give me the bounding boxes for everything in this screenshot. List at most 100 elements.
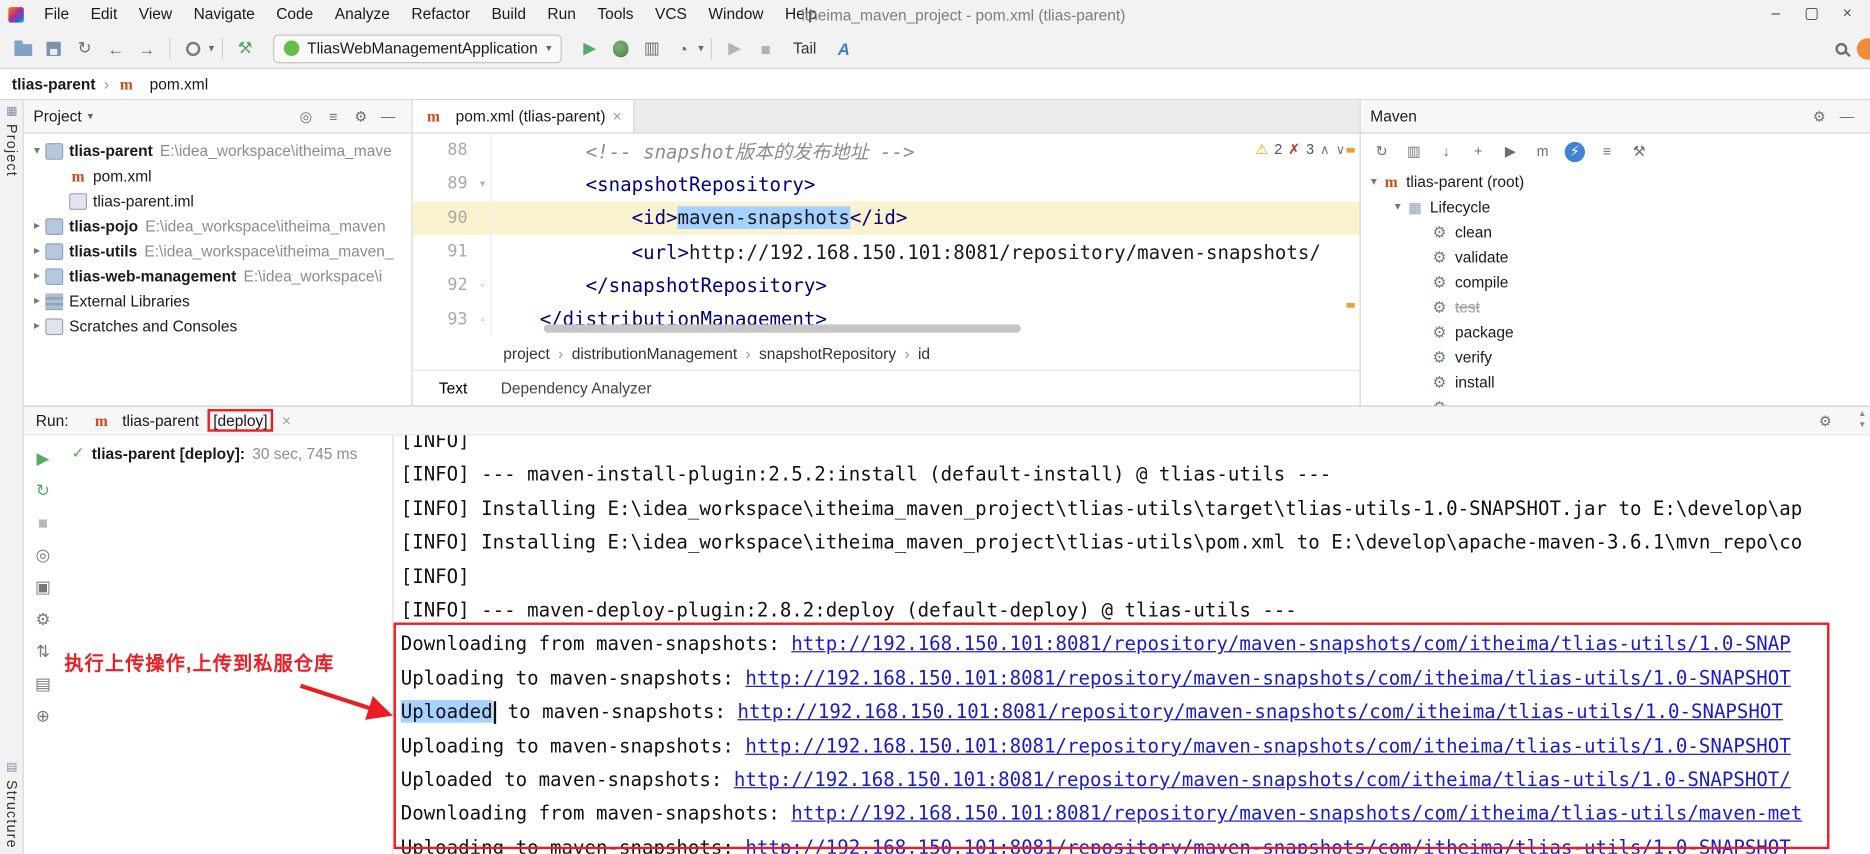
editor-code[interactable]: 88 <!-- snapshot版本的发布地址 --> 89 ▾ <snapshot… xyxy=(412,133,1360,337)
forward-icon[interactable]: → xyxy=(135,36,159,60)
menu-view[interactable]: View xyxy=(128,0,183,29)
tab-text[interactable]: Text xyxy=(439,379,467,397)
sync-icon[interactable]: ↻ xyxy=(73,36,97,60)
breadcrumb-item[interactable]: project xyxy=(503,344,550,362)
menu-run[interactable]: Run xyxy=(537,0,587,29)
breadcrumb-item[interactable]: snapshotRepository xyxy=(759,344,896,362)
save-icon[interactable] xyxy=(42,36,66,60)
maven-root-row[interactable]: ▾ m tlias-parent (root) xyxy=(1361,169,1870,194)
maven-lifecycle-row[interactable]: ▾ ▦ Lifecycle xyxy=(1361,194,1870,219)
fold-marker-icon[interactable]: ▫ xyxy=(475,302,492,337)
snapshot-icon[interactable]: ▣ xyxy=(35,578,51,595)
console-link[interactable]: http://192.168.150.101:8081/repository/m… xyxy=(745,836,1790,854)
menu-build[interactable]: Build xyxy=(481,0,537,29)
project-tree-row[interactable]: ▸ tlias-pojo E:\idea_workspace\itheima_mav… xyxy=(24,213,412,238)
add-maven-project-icon[interactable]: + xyxy=(1468,141,1488,161)
console-link[interactable]: http://192.168.150.101:8081/repository/m… xyxy=(791,802,1802,825)
scroll-down-icon[interactable]: ▼ xyxy=(1858,421,1866,429)
close-tab-icon[interactable]: × xyxy=(613,107,622,125)
maven-goal-row[interactable]: ⚙ validate xyxy=(1361,244,1870,269)
structure-tool-button[interactable]: ▤ Structure xyxy=(0,761,24,849)
tree-chevron-icon[interactable]: ▾ xyxy=(1366,175,1383,188)
maven-goal-row[interactable]: ⚙ package xyxy=(1361,320,1870,345)
settings-icon[interactable]: ⚙ xyxy=(1815,410,1835,430)
tab-dependency-analyzer[interactable]: Dependency Analyzer xyxy=(501,379,652,397)
tree-chevron-icon[interactable]: ▸ xyxy=(29,244,46,257)
skip-tests-icon[interactable]: ⚡ xyxy=(1564,141,1585,162)
tree-chevron-icon[interactable]: ▸ xyxy=(29,219,46,232)
coverage-icon[interactable]: ▥ xyxy=(640,36,664,60)
tree-chevron-icon[interactable]: ▾ xyxy=(29,144,46,157)
refresh-icon[interactable]: ↻ xyxy=(36,482,50,499)
run-tree-row[interactable]: ✓ tlias-parent [deploy]: 30 sec, 745 ms xyxy=(62,435,392,462)
user-settings-icon[interactable] xyxy=(181,36,205,60)
project-tree-row[interactable]: tlias-parent.iml xyxy=(24,188,412,213)
profiler-icon[interactable]: ◔ xyxy=(671,36,695,60)
project-tree-row[interactable]: ▸ tlias-web-management E:\idea_workspace\i xyxy=(24,264,412,289)
inspection-widget[interactable]: ⚠ 2 ✗ 3 ∧ ∨ xyxy=(1255,141,1345,158)
download-sources-icon[interactable]: ↓ xyxy=(1436,141,1456,161)
menu-vcs[interactable]: VCS xyxy=(644,0,697,29)
chevron-down-icon[interactable]: ▾ xyxy=(209,42,214,55)
run-tab[interactable]: m tlias-parent [deploy] × xyxy=(85,409,298,432)
menu-code[interactable]: Code xyxy=(266,0,325,29)
console-link[interactable]: http://192.168.150.101:8081/repository/m… xyxy=(745,666,1790,689)
tree-chevron-icon[interactable]: ▸ xyxy=(29,295,46,308)
menu-refactor[interactable]: Refactor xyxy=(401,0,481,29)
fold-marker-icon[interactable] xyxy=(475,133,492,168)
open-icon[interactable] xyxy=(11,36,35,60)
editor-line[interactable]: 91 <url>http://192.168.150.101:8081/repo… xyxy=(413,234,1360,269)
console-link[interactable]: http://192.168.150.101:8081/repository/m… xyxy=(791,632,1790,655)
console-link[interactable]: http://192.168.150.101:8081/repository/m… xyxy=(745,734,1790,757)
execute-goal-icon[interactable]: m xyxy=(1532,141,1552,161)
hide-panel-icon[interactable]: — xyxy=(378,106,398,126)
editor-line[interactable]: 92 ▫ </snapshotRepository> xyxy=(413,268,1360,303)
project-tree-row[interactable]: ▸ Scratches and Consoles xyxy=(24,314,412,339)
console-link[interactable]: http://192.168.150.101:8081/repository/m… xyxy=(734,768,1791,791)
editor-line[interactable]: 89 ▾ <snapshotRepository> xyxy=(413,167,1360,202)
fold-marker-icon[interactable] xyxy=(475,201,492,235)
tree-chevron-icon[interactable]: ▾ xyxy=(1389,200,1406,213)
back-icon[interactable]: ← xyxy=(104,36,128,60)
editor-line[interactable]: 90 <id>maven-snapshots</id> xyxy=(412,201,1360,235)
layout-icon[interactable]: ▤ xyxy=(35,675,51,692)
breadcrumb-item-parent[interactable]: tlias-parent xyxy=(12,75,96,93)
build-hammer-icon[interactable]: ⚒ xyxy=(233,36,257,60)
menu-window[interactable]: Window xyxy=(698,0,775,29)
maven-goal-row[interactable]: ⚙ compile xyxy=(1361,270,1870,295)
project-tree-row[interactable]: m pom.xml xyxy=(24,163,412,188)
prev-issue-icon[interactable]: ∧ xyxy=(1320,141,1330,157)
console-settings-icon[interactable]: ⚙ xyxy=(35,611,50,628)
translate-icon[interactable]: A xyxy=(832,36,856,60)
menu-navigate[interactable]: Navigate xyxy=(183,0,266,29)
project-tool-button[interactable]: ▦ Project xyxy=(0,105,24,177)
project-header-label[interactable]: Project xyxy=(33,107,81,125)
breadcrumb-item[interactable]: id xyxy=(918,344,930,362)
scroll-ends-icon[interactable]: ⇅ xyxy=(36,643,50,660)
rerun-icon[interactable]: ▶ xyxy=(37,450,50,467)
project-tree-row[interactable]: ▸ tlias-utils E:\idea_workspace\itheima_ma… xyxy=(24,239,412,264)
breadcrumb-item[interactable]: distributionManagement xyxy=(572,344,737,362)
editor-line[interactable]: 88 <!-- snapshot版本的发布地址 --> xyxy=(413,133,1360,168)
run-maven-icon[interactable]: ▶ xyxy=(1500,141,1520,161)
run-button[interactable]: ▶ xyxy=(578,36,602,60)
close-button[interactable]: × xyxy=(1829,0,1865,29)
project-tree-row[interactable]: ▾ tlias-parent E:\idea_workspace\itheima_m… xyxy=(24,138,412,163)
stop-icon[interactable]: ■ xyxy=(38,514,48,531)
menu-analyze[interactable]: Analyze xyxy=(324,0,401,29)
reimport-icon[interactable]: ↻ xyxy=(1371,141,1391,161)
find-icon[interactable]: ◎ xyxy=(36,546,51,563)
console-link[interactable]: http://192.168.150.101:8081/repository/m… xyxy=(737,700,1782,723)
horizontal-scrollbar[interactable] xyxy=(543,324,1021,333)
editor-tab[interactable]: m pom.xml (tlias-parent) × xyxy=(412,100,635,133)
minimize-button[interactable]: – xyxy=(1758,0,1794,29)
maven-goal-row[interactable]: ⚙ clean xyxy=(1361,219,1870,244)
scroll-up-icon[interactable]: ▲ xyxy=(1858,410,1866,418)
tree-chevron-icon[interactable]: ▸ xyxy=(29,270,46,283)
generate-sources-icon[interactable]: ▥ xyxy=(1404,141,1424,161)
expand-icon[interactable]: ≡ xyxy=(1597,141,1617,161)
project-tree-row[interactable]: ▸ External Libraries xyxy=(24,289,412,314)
fold-marker-icon[interactable]: ▾ xyxy=(475,167,492,202)
collapse-all-icon[interactable]: ≡ xyxy=(323,106,343,126)
fold-marker-icon[interactable]: ▫ xyxy=(475,268,492,303)
